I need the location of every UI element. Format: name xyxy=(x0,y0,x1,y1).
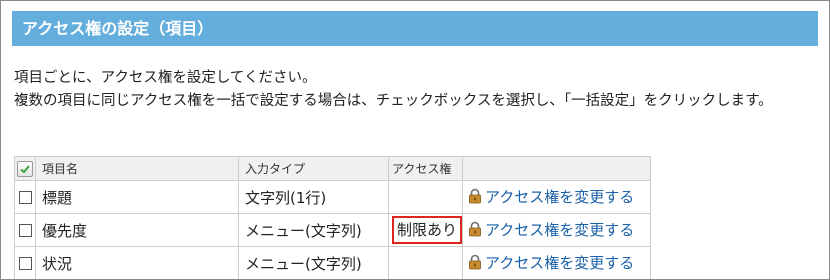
lock-icon xyxy=(469,254,481,270)
header-field-name: 項目名 xyxy=(35,156,239,181)
access-settings-panel: アクセス権の設定（項目） 項目ごとに、アクセス権を設定してください。 複数の項目… xyxy=(0,0,830,280)
field-name: 標題 xyxy=(35,180,239,214)
description: 項目ごとに、アクセス権を設定してください。 複数の項目に同じアクセス権を一括で設… xyxy=(14,67,820,113)
input-type: 文字列(1行) xyxy=(238,180,389,214)
access-status-restricted: 制限あり xyxy=(392,216,463,244)
change-access-link[interactable]: アクセス権を変更する xyxy=(468,186,634,207)
table-row: 優先度 メニュー(文字列) 制限あり アクセス権を変更する xyxy=(14,213,652,247)
header-input-type: 入力タイプ xyxy=(238,156,389,181)
change-access-link-label: アクセス権を変更する xyxy=(485,187,635,206)
field-access-table: 項目名 入力タイプ アクセス権 標題 文字列(1行) アクセス権を変更する 優先… xyxy=(14,156,652,279)
header-access: アクセス権 xyxy=(387,156,464,181)
change-access-link-label: アクセス権を変更する xyxy=(485,253,635,272)
select-all-checkbox[interactable] xyxy=(17,160,33,177)
header-action xyxy=(462,156,652,181)
description-line-2: 複数の項目に同じアクセス権を一括で設定する場合は、チェックボックスを選択し、「一… xyxy=(14,93,773,109)
row-checkbox[interactable] xyxy=(18,191,32,204)
section-title: アクセス権の設定（項目） xyxy=(12,11,818,46)
description-line-1: 項目ごとに、アクセス権を設定してください。 xyxy=(14,70,317,86)
input-type: メニュー(文字列) xyxy=(238,246,389,279)
row-checkbox[interactable] xyxy=(18,257,32,270)
header-select-all-cell xyxy=(14,156,36,181)
access-status xyxy=(387,180,464,214)
row-checkbox[interactable] xyxy=(18,224,32,237)
lock-icon xyxy=(469,221,481,237)
lock-icon xyxy=(469,188,481,204)
change-access-link[interactable]: アクセス権を変更する xyxy=(468,252,634,273)
table-header-row: 項目名 入力タイプ アクセス権 xyxy=(14,156,652,181)
field-name: 優先度 xyxy=(35,213,239,247)
access-status xyxy=(387,246,464,279)
change-access-link-label: アクセス権を変更する xyxy=(485,220,635,239)
field-name: 状況 xyxy=(35,246,239,279)
change-access-link[interactable]: アクセス権を変更する xyxy=(468,219,634,240)
table-row: 状況 メニュー(文字列) アクセス権を変更する xyxy=(14,246,652,279)
table-row: 標題 文字列(1行) アクセス権を変更する xyxy=(14,180,652,214)
checkmark-icon xyxy=(20,164,30,173)
input-type: メニュー(文字列) xyxy=(238,213,389,247)
